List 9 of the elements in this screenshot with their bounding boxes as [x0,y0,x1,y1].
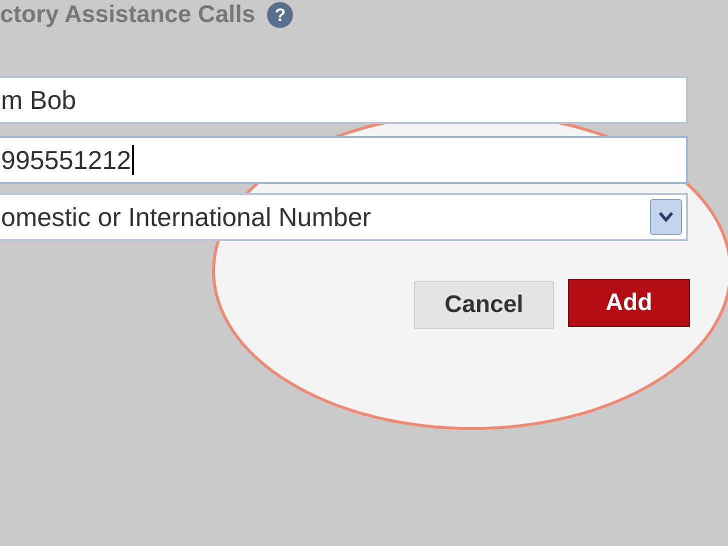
chevron-down-icon[interactable] [650,199,682,235]
text-cursor [132,145,134,175]
section-title: ctory Assistance Calls [0,3,256,27]
dropdown-field[interactable]: omestic or International Number [0,193,688,241]
add-button[interactable]: Add [568,279,690,327]
input-field[interactable]: 995551212 [0,136,688,184]
help-icon[interactable]: ? [267,2,294,28]
cancel-button[interactable]: Cancel [414,281,554,329]
input-field[interactable]: m Bob [0,76,688,124]
